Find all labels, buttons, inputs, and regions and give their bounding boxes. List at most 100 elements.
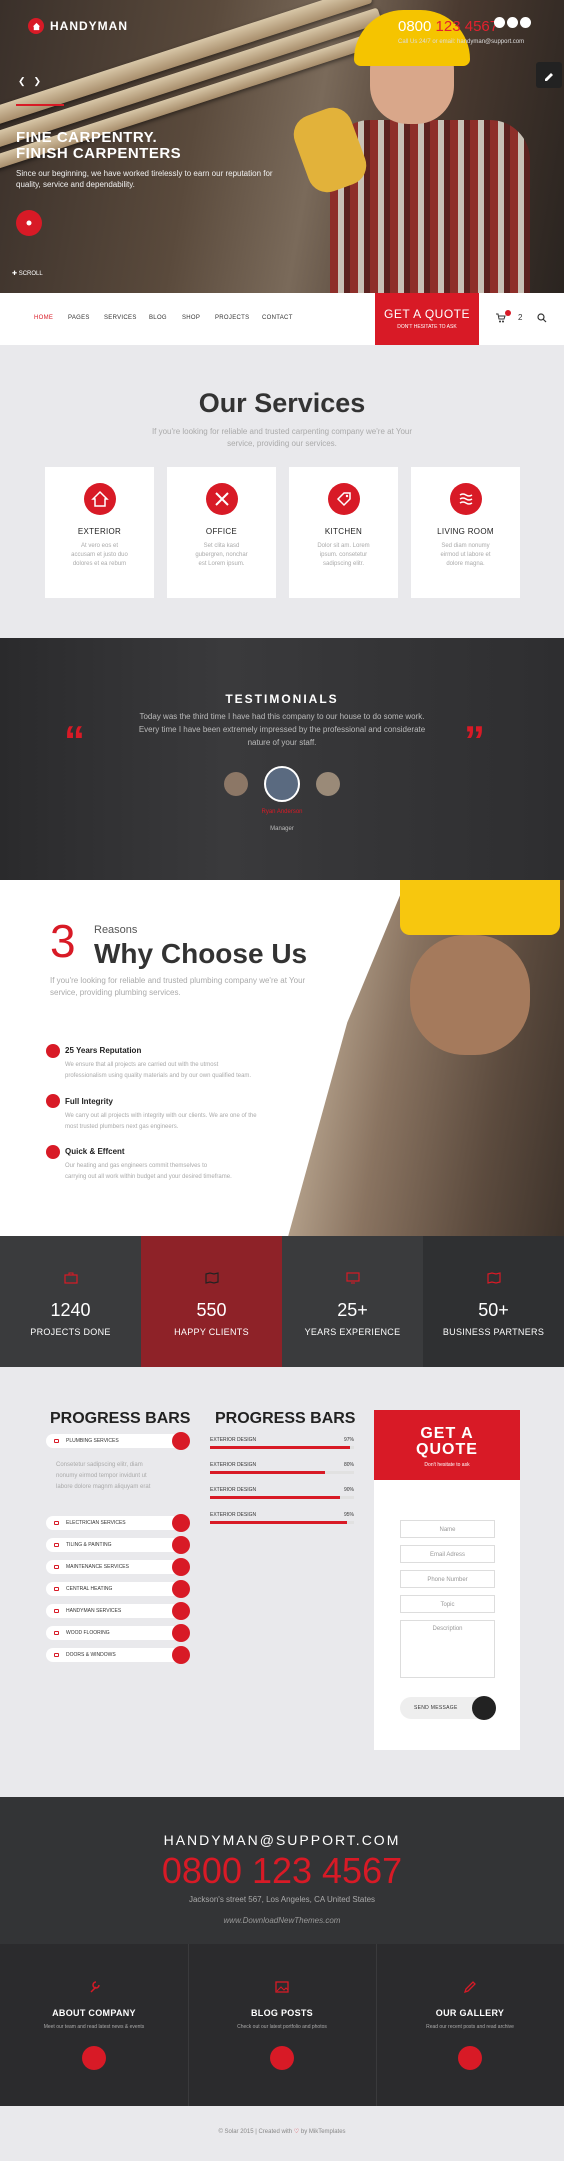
quote-button-title: GET A QUOTE (384, 307, 470, 321)
accordion-item[interactable]: DOORS & WINDOWS (46, 1646, 190, 1664)
accordion-label: TILING & PAINTING (66, 1542, 112, 1548)
accordion-item[interactable]: CENTRAL HEATING (46, 1580, 190, 1598)
service-card-living-room[interactable]: LIVING ROOM Sed diam nonumy eirmod ut lab… (411, 467, 520, 598)
comment-icon (54, 1439, 59, 1443)
send-label: SEND MESSAGE (414, 1705, 458, 1711)
feature-title: Quick & Effcent (65, 1147, 125, 1156)
service-card-text-line: sadipscing elitr. (322, 561, 365, 567)
accordion-label: WOOD FLOORING (66, 1630, 110, 1636)
waves-icon (449, 483, 482, 515)
service-card-text-line: accusam et justo duo (71, 552, 128, 558)
service-card-title: LIVING ROOM (437, 527, 494, 536)
edit-pencil-icon[interactable] (536, 62, 562, 88)
testimonials-title: TESTIMONIALS (225, 692, 339, 706)
footer-col-button[interactable] (82, 2046, 106, 2070)
arrow-left-icon[interactable]: ❮ (18, 76, 26, 87)
accordion-item[interactable]: ELECTRICIAN SERVICES (46, 1514, 190, 1532)
stat-number: 1240 (50, 1300, 91, 1320)
accordion-item-plumbing[interactable]: PLUMBING SERVICES (46, 1432, 190, 1450)
search-icon[interactable] (537, 313, 547, 323)
scroll-indicator[interactable]: ✚ SCROLL (12, 270, 43, 277)
quote-form-title-line: GET A (420, 1425, 474, 1442)
reputation-icon (46, 1044, 60, 1058)
accordion-toggle-icon[interactable] (172, 1624, 190, 1642)
service-card-office[interactable]: OFFICE Set clita kasd gubergren, nonchar e… (167, 467, 276, 598)
comment-icon (54, 1653, 59, 1657)
hero-play-button[interactable] (16, 210, 42, 236)
name-field[interactable]: Name (400, 1520, 495, 1538)
slider-arrows[interactable]: ❮ ❯ (18, 76, 41, 87)
arrow-right-icon[interactable]: ❯ (34, 76, 42, 87)
feature-text-line: most trusted plumbers next gas engineers… (65, 1124, 179, 1130)
nav-blog[interactable]: BLOG (149, 315, 167, 321)
footer-col-button[interactable] (270, 2046, 294, 2070)
stat-number: 25+ (337, 1300, 368, 1320)
accordion-toggle-icon[interactable] (172, 1432, 190, 1450)
reasons-number: 3 (50, 915, 76, 967)
accordion-label: ELECTRICIAN SERVICES (66, 1520, 126, 1526)
email-field[interactable]: Email Adress (400, 1545, 495, 1563)
accordion-toggle-icon[interactable] (172, 1536, 190, 1554)
progress-bar-percent: 97% (343, 1437, 354, 1443)
footer-col-button[interactable] (458, 2046, 482, 2070)
copyright-author: by MikTemplates (300, 2129, 346, 2135)
service-card-text-line: gubergren, nonchar (195, 552, 248, 558)
quote-button-sub: DON'T HESITATE TO ASK (397, 324, 457, 330)
briefcase-icon (63, 1272, 78, 1284)
description-field[interactable]: Description (400, 1620, 495, 1678)
topic-field[interactable]: Topic (400, 1595, 495, 1613)
avatar-active[interactable] (264, 766, 300, 802)
service-card-exterior[interactable]: EXTERIOR At vero eos et accusam et justo … (45, 467, 154, 598)
send-message-button[interactable]: SEND MESSAGE (400, 1696, 496, 1720)
send-arrow-icon[interactable] (472, 1696, 496, 1720)
accordion-item[interactable]: TILING & PAINTING (46, 1536, 190, 1554)
nav-contact[interactable]: CONTACT (262, 315, 293, 321)
twitter-icon[interactable] (507, 17, 518, 28)
nav-home[interactable]: HOME (34, 315, 53, 321)
contact-phone[interactable]: 0800 123 4567 (0, 1850, 564, 1892)
nav-shop[interactable]: SHOP (182, 315, 200, 321)
copyright-text: © Solar 2015 | Created with (218, 2129, 293, 2135)
service-card-text-line: Set clita kasd (203, 543, 240, 549)
get-quote-button[interactable]: GET A QUOTE DON'T HESITATE TO ASK (375, 293, 479, 345)
hero-subtitle: Since our beginning, we have worked tire… (16, 169, 273, 189)
facebook-icon[interactable] (494, 17, 505, 28)
comment-icon (54, 1631, 59, 1635)
feature-title: Full Integrity (65, 1097, 113, 1106)
comment-icon (54, 1565, 59, 1569)
accordion-item[interactable]: HANDYMAN SERVICES (46, 1602, 190, 1620)
avatar[interactable] (316, 772, 340, 796)
avatar[interactable] (224, 772, 248, 796)
quote-close-icon: ” (464, 717, 485, 764)
copyright: © Solar 2015 | Created with ♡ by MikTemp… (0, 2128, 564, 2135)
hero-title-line-1: FINE CARPENTRY. (16, 129, 158, 146)
accordion-toggle-icon[interactable] (172, 1646, 190, 1664)
hero-divider (16, 104, 64, 106)
progress-bar-percent: 80% (343, 1462, 354, 1468)
accordion-label: HANDYMAN SERVICES (66, 1608, 122, 1614)
pinterest-icon[interactable] (520, 17, 531, 28)
comment-icon (54, 1609, 59, 1613)
accordion-toggle-icon[interactable] (172, 1558, 190, 1576)
progress-bar-label: EXTERIOR DESIGN (210, 1487, 257, 1493)
nav-pages[interactable]: PAGES (68, 315, 90, 321)
quote-form-header: GET A QUOTE Don't hesitate to ask (374, 1410, 520, 1480)
phone-field[interactable]: Phone Number (400, 1570, 495, 1588)
logo-text: HANDYMAN (50, 19, 128, 33)
service-card-text-line: dolores et ea rebum (72, 561, 127, 567)
service-card-text-line: At vero eos et (80, 543, 119, 549)
accordion-item[interactable]: WOOD FLOORING (46, 1624, 190, 1642)
stat-number: 50+ (478, 1300, 509, 1320)
nav-projects[interactable]: PROJECTS (215, 315, 249, 321)
accordion-item[interactable]: MAINTENANCE SERVICES (46, 1558, 190, 1576)
nav-services[interactable]: SERVICES (104, 315, 137, 321)
site-logo[interactable]: HANDYMAN (28, 18, 128, 34)
accordion-toggle-icon[interactable] (172, 1580, 190, 1598)
accordion-toggle-icon[interactable] (172, 1514, 190, 1532)
feature-text: Our heating and gas engineers commit the… (65, 1161, 275, 1183)
testimonial-line: Today was the third time I have had this… (139, 712, 425, 721)
why-subtitle-line: service, providing plumbing services. (50, 988, 181, 997)
service-card-kitchen[interactable]: KITCHEN Dolor sit am. Lorem ipsum. conset… (289, 467, 398, 598)
accordion-toggle-icon[interactable] (172, 1602, 190, 1620)
contact-email[interactable]: HANDYMAN@SUPPORT.COM (0, 1832, 564, 1848)
